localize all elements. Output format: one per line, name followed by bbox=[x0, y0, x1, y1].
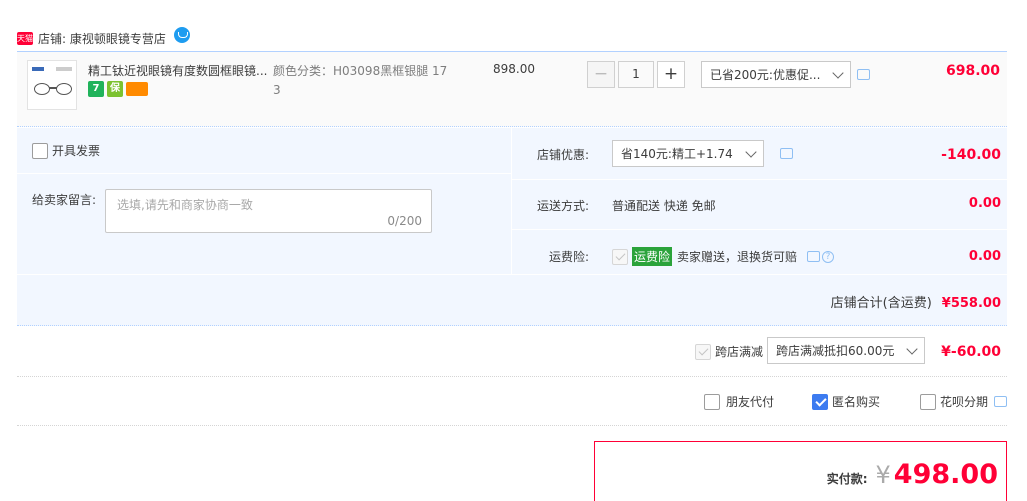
guarantee-icon: 保 bbox=[107, 81, 123, 97]
tmall-badge: 天猫 bbox=[17, 31, 33, 45]
cross-store-checkbox bbox=[695, 343, 711, 360]
cross-store-value: 跨店满减抵扣60.00元 bbox=[776, 344, 895, 358]
seller-message-placeholder: 选填,请先和商家协商一致 bbox=[117, 198, 253, 212]
card-icon bbox=[126, 82, 148, 96]
seven-day-return-icon: 7 bbox=[88, 81, 104, 97]
insurance-row: 运费险 卖家赠送，退换货可赔 ? bbox=[612, 247, 835, 266]
chevron-down-icon bbox=[832, 66, 844, 79]
shop-discount-amount: -140.00 bbox=[941, 147, 1001, 163]
seller-message-label: 给卖家留言: bbox=[32, 193, 97, 207]
insurance-badge: 运费险 bbox=[632, 247, 673, 266]
invoice-option[interactable]: 开具发票 bbox=[32, 142, 100, 159]
shop-header: 天猫 店铺: 康视顿眼镜专营店 bbox=[17, 26, 190, 50]
item-promo-value: 已省200元:优惠促... bbox=[710, 68, 821, 82]
message-icon[interactable] bbox=[807, 251, 821, 262]
cross-store-label: 跨店满减 bbox=[715, 345, 764, 359]
shipping-amount: 0.00 bbox=[968, 196, 1001, 211]
shop-subtotal: 店铺合计(含运费) ¥558.00 bbox=[831, 292, 1001, 311]
payment-label: 实付款: bbox=[826, 472, 868, 486]
divider bbox=[17, 425, 1007, 426]
insurance-amount: 0.00 bbox=[968, 249, 1001, 264]
cross-store-amount: ¥-60.00 bbox=[941, 344, 1001, 360]
invoice-checkbox[interactable] bbox=[32, 142, 48, 159]
wangwang-chat-icon[interactable] bbox=[173, 27, 190, 43]
anonymous-label: 匿名购买 bbox=[832, 395, 881, 409]
quantity-input[interactable]: 1 bbox=[618, 61, 654, 88]
shipping-label: 运送方式: bbox=[537, 199, 590, 213]
friend-pay-checkbox[interactable] bbox=[704, 393, 720, 410]
increase-quantity-button[interactable]: + bbox=[657, 61, 685, 88]
service-icons: 7 保 bbox=[88, 81, 148, 97]
panel-divider bbox=[512, 179, 1007, 180]
invoice-label: 开具发票 bbox=[52, 144, 101, 158]
product-title[interactable]: 精工钛近视眼镜有度数圆框眼镜... bbox=[88, 62, 268, 79]
panel-divider bbox=[17, 173, 511, 174]
huabei-option[interactable]: 花呗分期 bbox=[920, 393, 1008, 410]
currency-symbol: ¥ bbox=[875, 461, 891, 489]
chevron-down-icon bbox=[745, 145, 757, 158]
quantity-stepper: − 1 + bbox=[587, 61, 685, 88]
anonymous-option[interactable]: 匿名购买 bbox=[812, 393, 880, 410]
item-promo-select[interactable]: 已省200元:优惠促... bbox=[701, 61, 851, 88]
message-icon[interactable] bbox=[780, 148, 793, 159]
unit-price: 898.00 bbox=[493, 62, 535, 76]
seller-message-input[interactable]: 选填,请先和商家协商一致 0/200 bbox=[105, 189, 432, 233]
decrease-quantity-button[interactable]: − bbox=[587, 61, 615, 88]
huabei-checkbox[interactable] bbox=[920, 393, 936, 410]
message-icon[interactable] bbox=[994, 396, 1008, 407]
message-char-counter: 0/200 bbox=[387, 214, 422, 228]
anonymous-checkbox[interactable] bbox=[812, 393, 828, 410]
payment-total: 实付款: ¥ 498.00 bbox=[827, 459, 998, 490]
insurance-label: 运费险: bbox=[549, 250, 590, 264]
product-thumbnail[interactable] bbox=[27, 60, 77, 110]
help-icon[interactable]: ? bbox=[822, 250, 835, 263]
chevron-down-icon bbox=[906, 342, 918, 355]
insurance-text: 卖家赠送，退换货可赔 bbox=[677, 250, 798, 264]
message-icon[interactable] bbox=[857, 69, 870, 80]
item-total-price: 698.00 bbox=[945, 63, 1000, 79]
shipping-value: 普通配送 快递 免邮 bbox=[612, 199, 716, 213]
shop-discount-label: 店铺优惠: bbox=[537, 148, 590, 162]
huabei-label: 花呗分期 bbox=[940, 395, 989, 409]
shop-subtotal-label: 店铺合计(含运费) bbox=[830, 296, 932, 311]
shop-subtotal-amount: ¥558.00 bbox=[941, 296, 1001, 311]
friend-pay-label: 朋友代付 bbox=[726, 395, 775, 409]
cross-store-option: 跨店满减 bbox=[695, 343, 763, 360]
shop-discount-select[interactable]: 省140元:精工+1.74 bbox=[612, 140, 764, 167]
payment-amount: 498.00 bbox=[893, 459, 998, 490]
friend-pay-option[interactable]: 朋友代付 bbox=[704, 393, 774, 410]
product-sku: 颜色分类：H03098黑框银腿 17 3 bbox=[273, 64, 448, 97]
insurance-checkbox bbox=[612, 248, 628, 265]
cross-store-select[interactable]: 跨店满减抵扣60.00元 bbox=[767, 337, 925, 364]
panel-divider bbox=[512, 229, 1007, 230]
shop-discount-value: 省140元:精工+1.74 bbox=[621, 147, 733, 161]
divider bbox=[17, 376, 1007, 377]
shop-name[interactable]: 店铺: 康视顿眼镜专营店 bbox=[38, 30, 166, 47]
